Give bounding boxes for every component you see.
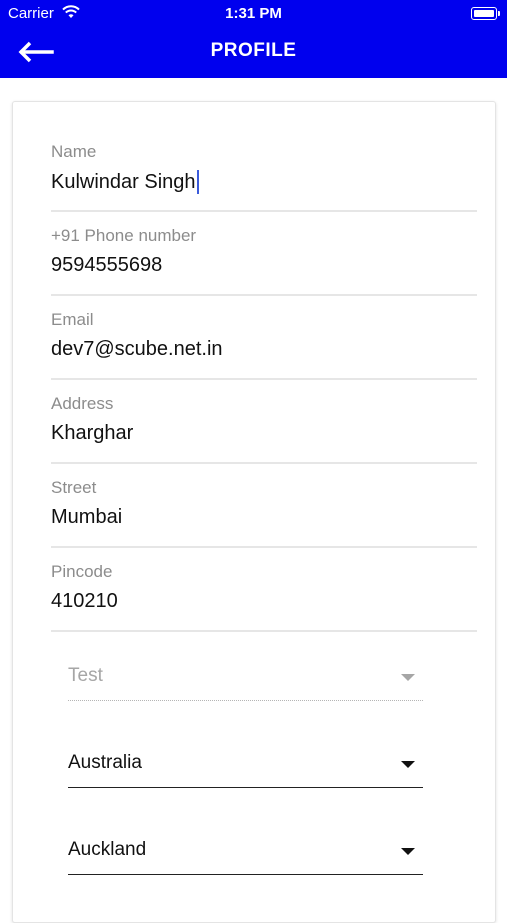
profile-card: Name Kulwindar Singh +91 Phone number 95…: [12, 101, 496, 923]
caret-down-icon: [401, 761, 415, 768]
country-dropdown[interactable]: Australia: [68, 742, 423, 788]
status-time: 1:31 PM: [225, 5, 282, 22]
address-field[interactable]: Address Kharghar: [51, 394, 477, 478]
field-label: Street: [51, 478, 97, 497]
address-input[interactable]: Kharghar: [51, 422, 133, 445]
page-title: PROFILE: [210, 40, 297, 61]
field-label: +91 Phone number: [51, 226, 197, 245]
field-label: Email: [51, 310, 94, 329]
status-bar: Carrier 1:31 PM: [0, 0, 507, 28]
field-underline: [51, 546, 477, 548]
app-header: Carrier 1:31 PM PROFILE: [0, 0, 507, 78]
text-cursor: [196, 170, 199, 194]
pincode-input[interactable]: 410210: [51, 590, 118, 613]
caret-down-icon: [401, 674, 415, 681]
field-label: Pincode: [51, 562, 113, 581]
field-underline: [51, 630, 477, 632]
dropdown-value: Australia: [68, 752, 142, 773]
caret-down-icon: [401, 848, 415, 855]
field-underline: [51, 462, 477, 464]
city-dropdown[interactable]: Auckland: [68, 829, 423, 875]
email-input[interactable]: dev7@scube.net.in: [51, 338, 223, 361]
street-field[interactable]: Street Mumbai: [51, 478, 477, 562]
phone-input[interactable]: 9594555698: [51, 254, 162, 277]
field-underline: [51, 210, 477, 212]
dropdown-value: Test: [68, 665, 103, 686]
dropdown-underline: [68, 700, 423, 701]
field-underline: [51, 378, 477, 380]
test-dropdown[interactable]: Test: [68, 655, 423, 701]
field-label: Address: [51, 394, 114, 413]
name-input[interactable]: Kulwindar Singh: [51, 170, 199, 194]
dropdown-value: Auckland: [68, 839, 147, 860]
street-input[interactable]: Mumbai: [51, 506, 122, 529]
pincode-field[interactable]: Pincode 410210: [51, 562, 477, 646]
nav-bar: PROFILE: [0, 28, 507, 78]
dropdown-underline: [68, 787, 423, 788]
phone-field[interactable]: +91 Phone number 9594555698: [51, 226, 477, 310]
name-field[interactable]: Name Kulwindar Singh: [51, 142, 477, 226]
field-label: Name: [51, 142, 97, 161]
dropdown-underline: [68, 874, 423, 875]
field-value: Kulwindar Singh: [51, 170, 196, 193]
battery-icon: [471, 7, 500, 20]
field-underline: [51, 294, 477, 296]
email-field[interactable]: Email dev7@scube.net.in: [51, 310, 477, 394]
